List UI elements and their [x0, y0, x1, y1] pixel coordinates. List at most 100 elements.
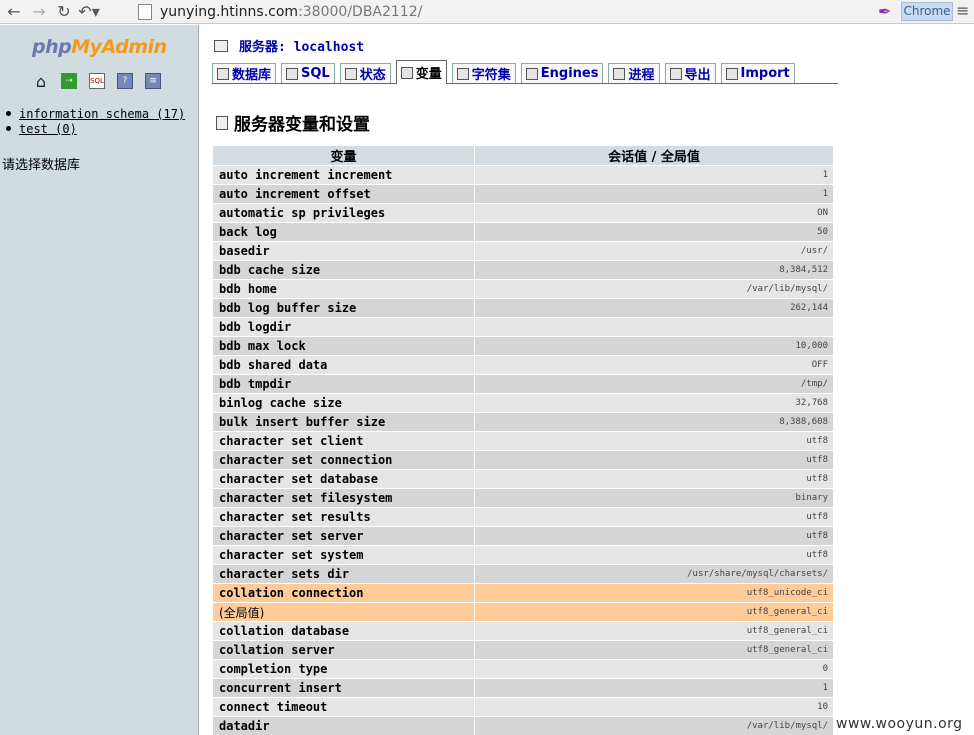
variable-name: character set server	[213, 527, 474, 545]
tab-export[interactable]: 导出	[664, 63, 716, 83]
variable-name: bdb log buffer size	[213, 299, 474, 317]
browser-toolbar: ← → ↻ ↶▾ yunying.htinns.com:38000/DBA211…	[0, 0, 974, 24]
database-link-test[interactable]: test (0)	[19, 122, 77, 136]
variable-value: utf8_general_ci	[475, 622, 833, 640]
variable-value	[475, 318, 833, 336]
sql-query-icon[interactable]: SQL	[89, 73, 105, 89]
variable-name: character set filesystem	[213, 489, 474, 507]
server-breadcrumb: 服务器: localhost	[214, 36, 364, 55]
variables-icon	[400, 66, 413, 79]
tab-charsets[interactable]: 字符集	[451, 63, 516, 83]
variable-value: utf8_unicode_ci	[475, 584, 833, 602]
table-row: basedir/usr/	[213, 242, 833, 260]
table-row: bdb max lock 10,000	[213, 337, 833, 355]
page-icon	[138, 3, 152, 20]
address-bar[interactable]: yunying.htinns.com:38000/DBA2112/	[134, 1, 870, 22]
table-row: bdb cache size 8,384,512	[213, 261, 833, 279]
table-row: character set server utf8	[213, 527, 833, 545]
variable-value: /var/lib/mysql/	[475, 280, 833, 298]
watermark: www.wooyun.org	[836, 716, 963, 732]
variable-name: datadir	[213, 717, 474, 735]
table-row: collation server utf8_general_ci	[213, 641, 833, 659]
tab-variables[interactable]: 变量	[395, 60, 447, 84]
database-icon	[217, 67, 229, 80]
variable-value: 10,000	[475, 337, 833, 355]
table-row: automatic sp privileges ON	[213, 204, 833, 222]
variable-name: bdb cache size	[213, 261, 474, 279]
table-row: character set database utf8	[213, 470, 833, 488]
table-row: bdb log buffer size 262,144	[213, 299, 833, 317]
arrow-right-icon[interactable]: →	[28, 1, 50, 23]
tab-processes[interactable]: 进程	[608, 63, 660, 83]
table-row: character set results utf8	[213, 508, 833, 526]
help-icon[interactable]: ?	[117, 73, 133, 89]
home-icon[interactable]: ⌂	[33, 72, 49, 91]
table-row: collation connection utf8_unicode_ci	[213, 584, 833, 602]
list-item: test (0)	[6, 121, 185, 136]
chrome-badge[interactable]: Chrome	[901, 2, 953, 21]
documentation-icon[interactable]: ≡	[145, 73, 161, 89]
variable-value: utf8	[475, 546, 833, 564]
server-tabs: 数据库 SQL 状态 变量 字符集 Engines 进程 导出 Import	[212, 60, 838, 84]
variable-value: utf8_general_ci	[475, 641, 833, 659]
export-icon	[669, 67, 682, 80]
arrow-left-icon[interactable]: ←	[3, 1, 25, 23]
table-row: auto increment increment 1	[213, 166, 833, 184]
server-label[interactable]: 服务器: localhost	[239, 36, 364, 55]
table-row: concurrent insert 1	[213, 679, 833, 697]
variable-value: utf8	[475, 432, 833, 450]
list-item: information schema (17)	[6, 106, 185, 121]
tab-engines[interactable]: Engines	[520, 63, 604, 83]
table-row: character sets dir/usr/share/mysql/chars…	[213, 565, 833, 583]
variable-name: character set results	[213, 508, 474, 526]
tab-databases[interactable]: 数据库	[212, 63, 277, 83]
table-row: character set connection utf8	[213, 451, 833, 469]
server-variables-table: 变量 会话值 / 全局值 auto increment increment 1 au…	[212, 145, 834, 735]
variable-value: 8,384,512	[475, 261, 833, 279]
variable-value: ON	[475, 204, 833, 222]
tab-status[interactable]: 状态	[339, 63, 391, 83]
import-icon	[725, 67, 738, 80]
variable-value: 1	[475, 185, 833, 203]
database-link-information-schema[interactable]: information schema (17)	[19, 107, 185, 121]
variable-name: binlog cache size	[213, 394, 474, 412]
url-host: yunying.htinns.com	[160, 3, 299, 20]
variable-name: collation connection	[213, 584, 474, 602]
page-title: 服务器变量和设置	[216, 110, 370, 135]
variable-value: 32,768	[475, 394, 833, 412]
variable-value: 10	[475, 698, 833, 716]
table-row: character set system utf8	[213, 546, 833, 564]
variable-name: character set client	[213, 432, 474, 450]
variables-icon	[216, 115, 228, 130]
table-row: completion type 0	[213, 660, 833, 678]
tab-import[interactable]: Import	[720, 63, 795, 83]
variable-value: 262,144	[475, 299, 833, 317]
variable-name: basedir	[213, 242, 474, 260]
variable-value: 1	[475, 679, 833, 697]
variable-value: utf8_general_ci	[475, 603, 833, 621]
table-row: collation database utf8_general_ci	[213, 622, 833, 640]
variable-value: /tmp/	[475, 375, 833, 393]
variable-name: completion type	[213, 660, 474, 678]
variable-name: connect timeout	[213, 698, 474, 716]
feather-icon[interactable]: ✒	[878, 2, 891, 21]
reload-icon[interactable]: ↻	[53, 1, 75, 23]
table-row: auto increment offset 1	[213, 185, 833, 203]
variable-value: 0	[475, 660, 833, 678]
variable-name: bdb home	[213, 280, 474, 298]
bullet-icon	[6, 126, 11, 131]
database-list: information schema (17) test (0)	[6, 106, 185, 136]
table-row: bdb home/var/lib/mysql/	[213, 280, 833, 298]
phpmyadmin-logo[interactable]: phpMyAdmin	[32, 36, 167, 58]
tab-sql[interactable]: SQL	[281, 63, 335, 83]
exit-icon[interactable]: ⇢	[61, 73, 77, 89]
variable-name: back log	[213, 223, 474, 241]
menu-icon[interactable]: ≡	[956, 1, 969, 20]
table-row: bulk insert buffer size 8,388,608	[213, 413, 833, 431]
variable-value: utf8	[475, 470, 833, 488]
main-content-frame: 服务器: localhost 数据库 SQL 状态 变量 字符集 Engines…	[200, 25, 974, 735]
undo-icon[interactable]: ↶▾	[78, 1, 100, 23]
variable-name: (全局值)	[213, 603, 474, 621]
variable-value: utf8	[475, 527, 833, 545]
variable-name: character set system	[213, 546, 474, 564]
